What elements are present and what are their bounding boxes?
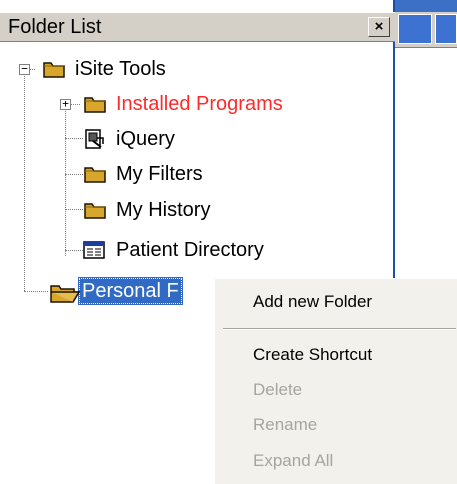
tree-item-my-filters[interactable]: My Filters (82, 159, 207, 189)
tree-line (65, 209, 83, 210)
context-menu: Add new Folder Create Shortcut Delete Re… (214, 278, 457, 484)
tree-item-label: Installed Programs (116, 93, 283, 115)
right-header-cell (435, 14, 457, 44)
tree-line (65, 105, 66, 256)
folder-icon (82, 93, 108, 115)
folder-icon (82, 163, 108, 185)
right-header-cell (398, 14, 432, 44)
menu-separator (223, 328, 456, 330)
tree-item-label: Patient Directory (116, 239, 264, 261)
tree-line (65, 138, 83, 139)
menu-item-expand-all: Expand All (253, 451, 334, 470)
menu-item-create-shortcut[interactable]: Create Shortcut (253, 344, 372, 366)
tree-item-label: iSite Tools (75, 58, 166, 80)
menu-item-delete: Delete (253, 380, 303, 399)
iquery-icon (82, 128, 108, 150)
collapse-toggle[interactable]: − (19, 63, 30, 75)
tree-item-iquery[interactable]: iQuery (82, 124, 179, 154)
open-folder-icon (48, 280, 81, 303)
expand-toggle[interactable]: + (60, 98, 71, 110)
right-pane-header (395, 12, 457, 48)
folder-icon (41, 58, 67, 80)
tree-item-isite-tools[interactable]: iSite Tools (41, 54, 170, 84)
tree-item-label: My Filters (116, 163, 203, 185)
tree-item-patient-directory[interactable]: Patient Directory (82, 235, 268, 265)
close-button[interactable]: × (368, 17, 390, 37)
screen: Folder List × − iSite Tools + Installed … (0, 0, 457, 484)
selected-tree-item-label: Personal F (78, 277, 183, 305)
pane-header: Folder List × (0, 12, 395, 42)
tree-item-installed-programs[interactable]: Installed Programs (82, 89, 287, 119)
tree-item-personal-folder[interactable]: Personal F (48, 276, 183, 306)
tree-line (24, 291, 48, 292)
tree-item-label: My History (116, 199, 211, 221)
tree-line (65, 250, 83, 251)
directory-icon (82, 239, 108, 261)
tree-line (65, 174, 83, 175)
folder-icon (82, 199, 108, 221)
tree-line (24, 69, 25, 291)
pane-title: Folder List (8, 16, 102, 38)
tree-item-my-history[interactable]: My History (82, 195, 214, 225)
menu-item-rename: Rename (253, 415, 318, 434)
tree-item-label: iQuery (116, 128, 175, 150)
menu-item-add-new-folder[interactable]: Add new Folder (253, 291, 372, 313)
